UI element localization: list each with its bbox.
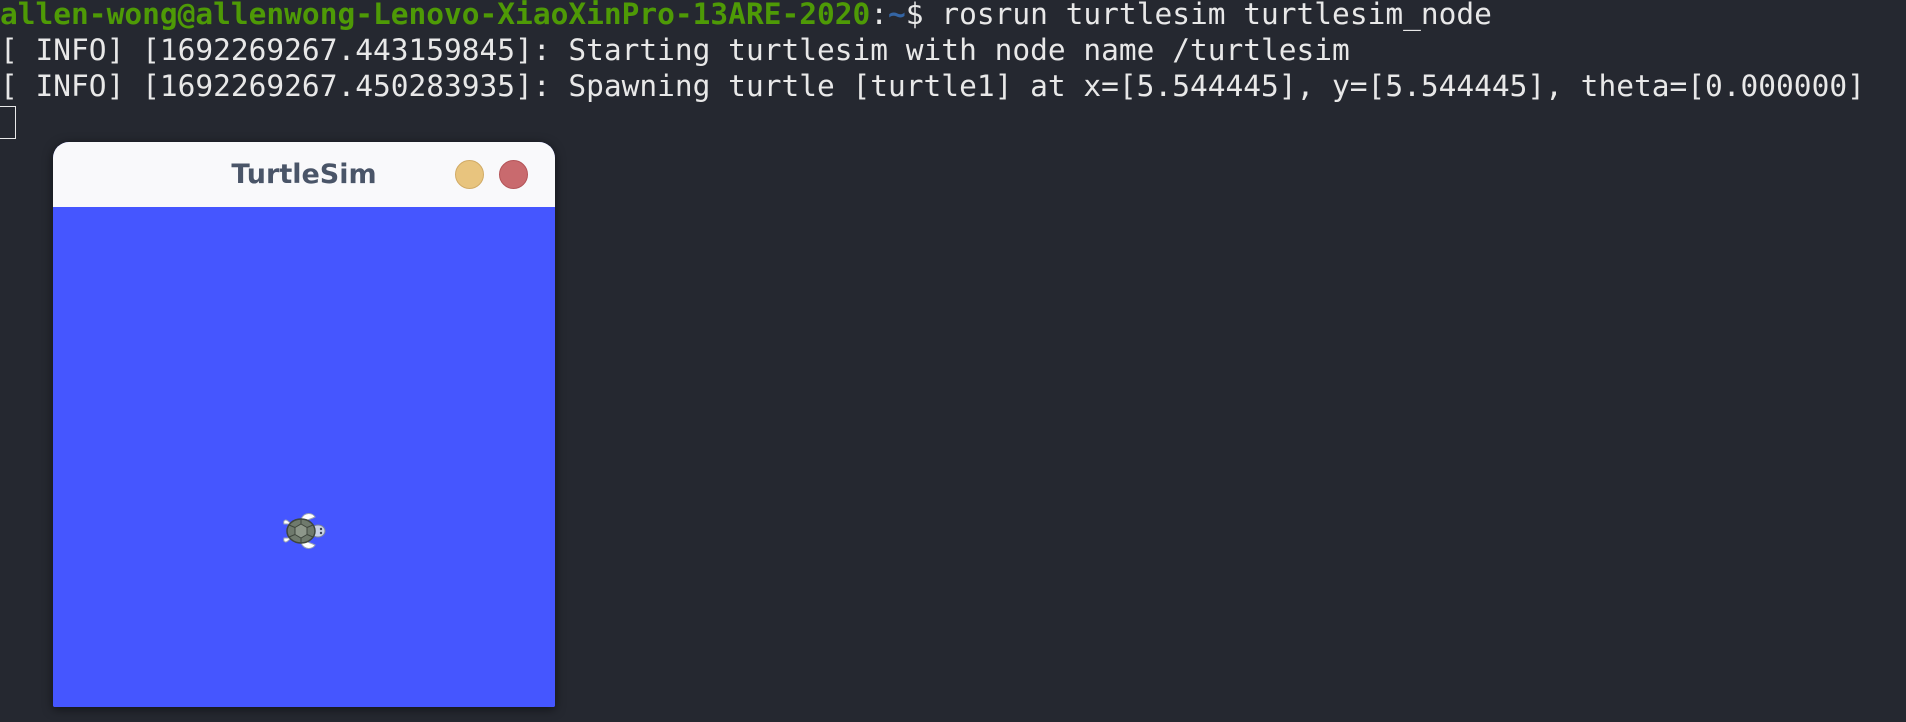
- prompt-colon: :: [870, 0, 889, 31]
- log-line-1: [ INFO] [1692269267.443159845]: Starting…: [0, 33, 1350, 67]
- window-titlebar[interactable]: TurtleSim: [53, 142, 555, 207]
- prompt-symbol: $: [905, 0, 942, 31]
- prompt-user-host: allen-wong@allenwong-Lenovo-XiaoXinPro-1…: [0, 0, 871, 31]
- prompt-line: allen-wong@allenwong-Lenovo-XiaoXinPro-1…: [0, 0, 1492, 33]
- turtlesim-window[interactable]: TurtleSim: [53, 142, 555, 707]
- prompt-path: ~: [888, 0, 906, 31]
- close-circle-icon[interactable]: [499, 160, 528, 189]
- minimize-circle-icon[interactable]: [455, 160, 484, 189]
- log-line-2: [ INFO] [1692269267.450283935]: Spawning…: [0, 69, 1865, 103]
- terminal-cursor: [0, 106, 16, 139]
- turtle-icon: [283, 513, 326, 549]
- command-text: rosrun turtlesim turtlesim_node: [941, 0, 1492, 31]
- turtle-canvas: [53, 207, 555, 707]
